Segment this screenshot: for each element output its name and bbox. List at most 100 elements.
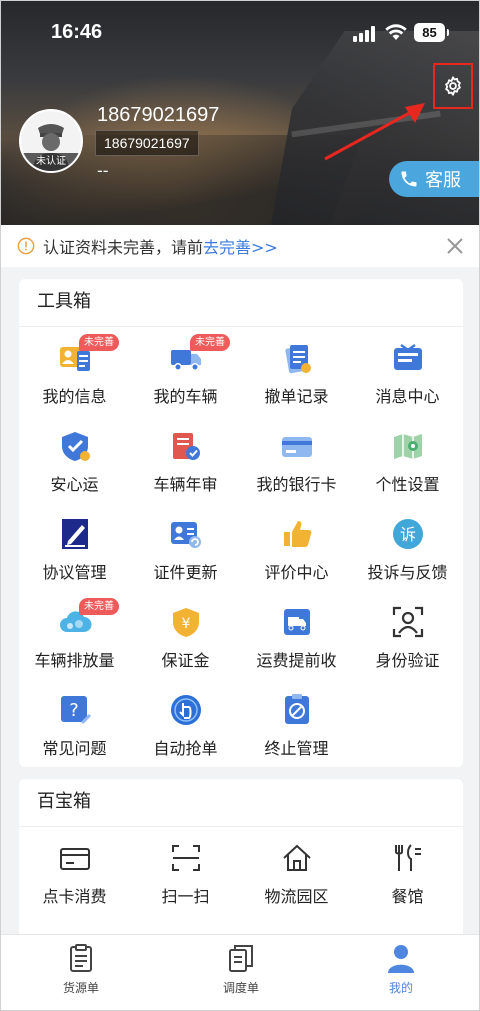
clipboard-icon [280,341,314,375]
incomplete-tag: 未完善 [190,334,230,351]
grid-item-toolbox-14[interactable]: 运费提前收 [241,591,352,679]
faq-icon: ? [58,693,92,727]
bank-card-icon [280,429,314,463]
grid-item-treasure-3[interactable]: 餐馆 [352,827,463,915]
grid-item-label: 运费提前收 [256,651,337,670]
complaint-icon: 诉 [391,517,425,551]
grid-item-toolbox-0[interactable]: 我的信息 未完善 [19,327,130,415]
freight-icon [280,605,314,639]
treasure-grid: 点卡消费 扫一扫 物流园区 餐馆 [19,827,463,915]
grid-item-label: 证件更新 [153,563,218,582]
svg-text:¥: ¥ [181,616,190,632]
user-phone: 18679021697 [95,130,199,156]
grid-item-label: 保证金 [161,651,210,670]
grid-item-toolbox-6[interactable]: 我的银行卡 [241,415,352,503]
grid-item-toolbox-7[interactable]: 个性设置 [352,415,463,503]
toolbox-card: 工具箱 我的信息 未完善 我的车辆 未完善 撤单记录 消息中心 安心运 车辆年审 我的银行卡 个性… [19,279,463,767]
user-name: 18679021697 [97,104,220,126]
grid-item-toolbox-4[interactable]: 安心运 [19,415,130,503]
card-icon [58,841,92,875]
grid-item-toolbox-16[interactable]: ? 常见问题 [19,679,130,767]
thumbs-up-icon [280,517,314,551]
grid-item-toolbox-5[interactable]: 车辆年审 [130,415,241,503]
grid-item-label: 消息中心 [375,387,440,406]
phone-icon [401,171,417,187]
status-bar: 16:46 85 [1,1,479,67]
face-scan-icon [391,605,425,639]
tab-2[interactable]: 我的 [321,935,479,1010]
grid-item-toolbox-17[interactable]: 自动抢单 [130,679,241,767]
grid-item-treasure-2[interactable]: 物流园区 [241,827,352,915]
tab-label: 调度单 [222,981,259,995]
grid-item-label: 常见问题 [42,739,107,758]
annotation-arrow-icon [324,103,425,161]
tab-label: 货源单 [62,981,99,995]
document-pen-icon [58,517,92,551]
map-settings-icon [391,429,425,463]
grid-item-label: 终止管理 [264,739,329,758]
close-icon[interactable] [445,236,465,256]
grid-item-label: 物流园区 [264,887,329,906]
avatar[interactable]: 未认证 [19,109,83,173]
bottom-tab-bar: 货源单 调度单 我的 [1,934,479,1010]
profile-header: 16:46 85 未认证 18679021697 18679021697 -- … [1,1,479,225]
grid-item-treasure-0[interactable]: 点卡消费 [19,827,130,915]
customer-service-label: 客服 [425,170,461,191]
grid-item-label: 点卡消费 [42,887,107,906]
grid-item-toolbox-10[interactable]: 评价中心 [241,503,352,591]
phone-screen: 16:46 85 未认证 18679021697 18679021697 -- … [0,0,480,1011]
treasure-card: 百宝箱 点卡消费 扫一扫 物流园区 餐馆 [19,779,463,949]
tab-1[interactable]: 调度单 [161,935,321,1010]
clipboard-list-icon [66,943,96,973]
auto-grab-icon [169,693,203,727]
grid-item-toolbox-1[interactable]: 我的车辆 未完善 [130,327,241,415]
treasure-title: 百宝箱 [19,779,463,827]
restaurant-icon [391,841,425,875]
shield-icon [58,429,92,463]
grid-item-label: 自动抢单 [153,739,218,758]
battery-indicator: 85 [414,23,449,42]
grid-item-label: 评价中心 [264,563,329,582]
grid-item-toolbox-15[interactable]: 身份验证 [352,591,463,679]
grid-item-toolbox-3[interactable]: 消息中心 [352,327,463,415]
grid-item-label: 扫一扫 [161,887,210,906]
toolbox-title: 工具箱 [19,279,463,327]
grid-item-toolbox-2[interactable]: 撤单记录 [241,327,352,415]
grid-item-label: 车辆排放量 [34,651,115,670]
scan-icon [169,841,203,875]
inspection-icon [169,429,203,463]
grid-item-toolbox-11[interactable]: 诉投诉与反馈 [352,503,463,591]
grid-item-toolbox-12[interactable]: 车辆排放量 未完善 [19,591,130,679]
svg-text:?: ? [69,700,79,721]
grid-item-treasure-1[interactable]: 扫一扫 [130,827,241,915]
grid-item-label: 我的信息 [42,387,107,406]
complete-profile-link[interactable]: 去完善>> [203,234,278,258]
toolbox-grid: 我的信息 未完善 我的车辆 未完善 撤单记录 消息中心 安心运 车辆年审 我的银行卡 个性设置 协议… [19,327,463,767]
terminate-icon [280,693,314,727]
wifi-icon [385,24,407,40]
svg-text:诉: 诉 [399,525,415,544]
home-icon [280,841,314,875]
customer-service-button[interactable]: 客服 [389,161,479,197]
settings-button[interactable] [433,63,473,109]
grid-item-label: 安心运 [50,475,99,494]
grid-item-toolbox-13[interactable]: ¥ 保证金 [130,591,241,679]
auth-status-badge: 未认证 [21,153,81,171]
incomplete-tag: 未完善 [79,598,119,615]
status-time: 16:46 [51,21,103,43]
certificate-icon [169,517,203,551]
grid-item-toolbox-9[interactable]: 证件更新 [130,503,241,591]
notice-text: 认证资料未完善，请前 [43,238,204,257]
grid-item-label: 身份验证 [375,651,440,670]
grid-item-label: 个性设置 [375,475,440,494]
tab-label: 我的 [388,981,413,995]
user-extra-info: -- [97,161,109,180]
grid-item-label: 餐馆 [391,887,424,906]
grid-item-toolbox-18[interactable]: 终止管理 [241,679,352,767]
documents-icon [226,943,256,973]
grid-item-toolbox-8[interactable]: 协议管理 [19,503,130,591]
auth-notice-bar: 认证资料未完善，请前 去完善>> [1,225,479,267]
tab-0[interactable]: 货源单 [1,935,161,1010]
gear-icon [445,76,461,96]
warning-icon [17,237,35,255]
